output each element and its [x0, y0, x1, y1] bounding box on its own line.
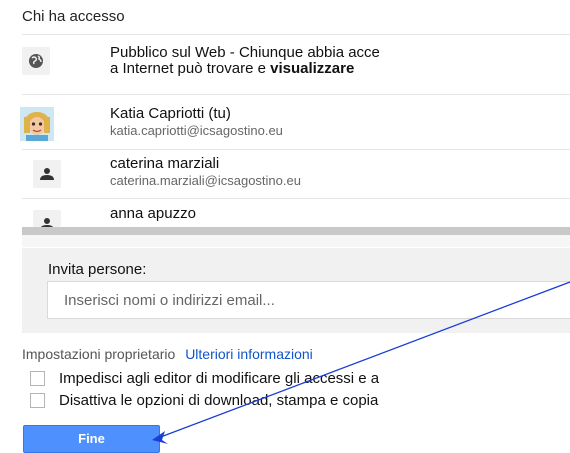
user-email: katia.capriotti@icsagostino.eu	[110, 123, 283, 138]
user-name: Katia Capriotti (tu)	[110, 105, 231, 122]
invite-label: Invita persone:	[48, 261, 147, 278]
person-icon-box	[33, 210, 61, 227]
horizontal-scrollbar[interactable]	[22, 227, 570, 235]
option-prevent-editors[interactable]: Impedisci agli editor di modificare gli …	[30, 370, 379, 387]
public-permission: visualizzare	[270, 60, 355, 77]
scroll-track	[22, 235, 570, 247]
invite-panel: Invita persone:	[22, 248, 570, 333]
option-label: Impedisci agli editor di modificare gli …	[59, 370, 380, 387]
owner-settings-label: Impostazioni proprietario	[22, 346, 176, 362]
option-disable-download[interactable]: Disattiva le opzioni di download, stampa…	[30, 392, 378, 409]
globe-icon-box	[22, 47, 50, 75]
invite-email-input[interactable]	[47, 281, 570, 319]
disable-download-checkbox[interactable]	[30, 392, 45, 408]
owner-settings: Impostazioni proprietario Ulteriori info…	[22, 346, 313, 362]
dialog-title: Chi ha accesso	[22, 8, 125, 25]
public-line-1: Pubblico sul Web - Chiunque abbia acce	[110, 44, 380, 61]
avatar	[20, 107, 54, 141]
person-icon	[40, 168, 54, 180]
user-name: caterina marziali	[110, 155, 220, 172]
divider	[22, 34, 570, 35]
person-icon	[40, 218, 54, 227]
public-line-2-text: a Internet può trovare e	[110, 60, 271, 77]
user-name: anna apuzzo	[110, 205, 196, 222]
globe-icon	[29, 54, 43, 68]
divider	[22, 94, 570, 95]
public-access-description: Pubblico sul Web - Chiunque abbia acce a…	[110, 45, 380, 77]
done-button[interactable]: Fine	[23, 425, 160, 453]
divider	[22, 149, 570, 150]
divider	[22, 198, 570, 199]
more-info-link[interactable]: Ulteriori informazioni	[185, 346, 313, 362]
person-icon-box	[33, 160, 61, 188]
user-email: caterina.marziali@icsagostino.eu	[110, 173, 301, 188]
public-line-2: a Internet può trovare e visualizzare	[110, 61, 380, 77]
option-label: Disattiva le opzioni di download, stampa…	[59, 392, 379, 409]
prevent-editors-checkbox[interactable]	[30, 370, 45, 386]
